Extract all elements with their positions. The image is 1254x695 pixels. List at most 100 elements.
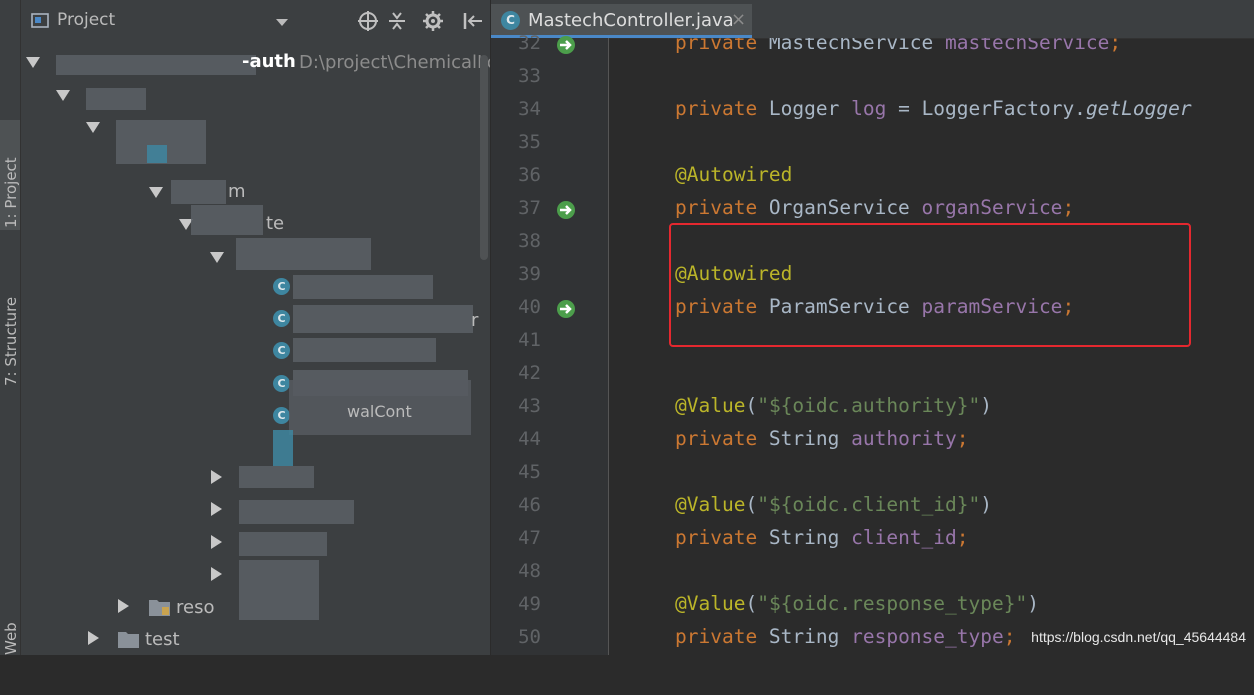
code-token: log bbox=[851, 97, 887, 120]
project-scrollbar[interactable] bbox=[480, 55, 488, 260]
collapsed-arrow-icon[interactable] bbox=[118, 599, 129, 613]
project-tool-tab[interactable]: 1: Project bbox=[0, 120, 20, 230]
close-icon[interactable]: × bbox=[731, 9, 746, 30]
target-icon[interactable] bbox=[358, 11, 378, 31]
redacted-block bbox=[293, 338, 436, 362]
test-folder-label[interactable]: test bbox=[145, 629, 180, 650]
root-module-name[interactable]: -auth bbox=[242, 51, 296, 72]
tree-row[interactable] bbox=[211, 560, 222, 592]
navigate-to-bean-icon[interactable] bbox=[555, 298, 577, 320]
line-number: 43 bbox=[518, 395, 541, 417]
code-line[interactable]: private Logger log = LoggerFactory.getLo… bbox=[675, 97, 1192, 120]
code-token: = LoggerFactory. bbox=[886, 97, 1086, 120]
expand-arrow-icon[interactable] bbox=[86, 122, 100, 133]
tree-row-resources[interactable] bbox=[118, 592, 129, 624]
code-token: ( bbox=[745, 592, 758, 615]
collapsed-arrow-icon[interactable] bbox=[211, 470, 222, 484]
code-token: authority bbox=[851, 427, 957, 450]
code-line[interactable]: @Autowired bbox=[675, 163, 792, 186]
project-panel: Project -auth D:\project\ChemicalLo m te… bbox=[21, 0, 490, 655]
project-tool-tab-label: 1: Project bbox=[2, 157, 20, 228]
code-line[interactable]: private String response_type; bbox=[675, 625, 1015, 648]
code-token: ; bbox=[1109, 38, 1122, 54]
class-name-fragment[interactable]: r bbox=[471, 310, 478, 331]
code-token: "${oidc.response_type}" bbox=[757, 592, 1028, 615]
web-tool-tab[interactable]: Web bbox=[0, 622, 20, 695]
code-token: @Value bbox=[675, 394, 746, 417]
redacted-block bbox=[86, 88, 146, 110]
code-token: client_id bbox=[851, 526, 957, 549]
collapsed-arrow-icon[interactable] bbox=[88, 631, 99, 645]
redacted-block bbox=[171, 180, 226, 204]
tree-row[interactable] bbox=[56, 80, 70, 112]
class-c-icon: C bbox=[273, 375, 290, 392]
redacted-block bbox=[239, 500, 354, 524]
view-dropdown-chevron-icon[interactable] bbox=[276, 19, 288, 26]
line-number: 38 bbox=[518, 230, 541, 252]
expand-arrow-icon[interactable] bbox=[26, 57, 40, 68]
line-number: 35 bbox=[518, 131, 541, 153]
code-token: private bbox=[675, 625, 769, 648]
watermark: https://blog.csdn.net/qq_45644484 bbox=[1031, 629, 1246, 645]
line-number: 32 bbox=[518, 32, 541, 54]
tree-row[interactable] bbox=[149, 177, 163, 209]
tree-root-row[interactable] bbox=[26, 47, 40, 79]
expand-arrow-icon[interactable] bbox=[56, 90, 70, 101]
navigate-to-bean-icon[interactable] bbox=[555, 34, 577, 56]
project-view-icon bbox=[31, 13, 49, 28]
class-c-icon: C bbox=[273, 342, 290, 359]
structure-tool-tab-label: 7: Structure bbox=[2, 296, 20, 386]
code-line[interactable]: @Value("${oidc.response_type}") bbox=[675, 592, 1039, 615]
code-token: @Autowired bbox=[675, 163, 793, 186]
code-token: ) bbox=[1027, 592, 1039, 615]
code-token: private bbox=[675, 526, 769, 549]
tree-row[interactable] bbox=[86, 112, 100, 144]
line-number: 45 bbox=[518, 461, 541, 483]
code-token: MastechService bbox=[768, 38, 946, 54]
hide-panel-icon[interactable] bbox=[463, 11, 483, 31]
line-number: 40 bbox=[518, 296, 541, 318]
code-token: @Value bbox=[675, 592, 746, 615]
tree-row[interactable] bbox=[211, 463, 222, 495]
line-number: 34 bbox=[518, 98, 541, 120]
code-line[interactable]: private String authority; bbox=[675, 427, 969, 450]
code-line[interactable]: private String client_id; bbox=[675, 526, 969, 549]
collapsed-arrow-icon[interactable] bbox=[211, 502, 222, 516]
code-token: ) bbox=[980, 493, 993, 516]
code-line[interactable]: @Value("${oidc.client_id}") bbox=[675, 493, 992, 516]
package-name-fragment[interactable]: te bbox=[266, 213, 284, 234]
class-c-icon: C bbox=[273, 407, 290, 424]
resources-folder-label[interactable]: reso bbox=[176, 597, 214, 618]
tool-window-strip: 1: Project 7: Structure Web bbox=[0, 0, 21, 655]
project-panel-title[interactable]: Project bbox=[57, 10, 115, 30]
project-panel-header: Project bbox=[21, 5, 490, 35]
redacted-block bbox=[239, 560, 319, 620]
code-token: ) bbox=[980, 394, 993, 417]
package-name-fragment[interactable]: m bbox=[228, 181, 246, 202]
tree-row-test[interactable] bbox=[88, 624, 99, 655]
collapsed-arrow-icon[interactable] bbox=[211, 567, 222, 581]
line-number: 33 bbox=[518, 65, 541, 87]
class-name-fragment[interactable]: walCont bbox=[347, 402, 412, 421]
code-token: response_type bbox=[851, 625, 1004, 648]
expand-arrow-icon[interactable] bbox=[149, 187, 163, 198]
code-token: @Value bbox=[675, 493, 746, 516]
gear-icon[interactable] bbox=[422, 10, 444, 32]
line-number: 36 bbox=[518, 164, 541, 186]
redacted-block bbox=[239, 532, 327, 556]
root-module-path: D:\project\ChemicalLo bbox=[299, 52, 490, 73]
code-line[interactable]: private OrganService organService; bbox=[675, 196, 1074, 219]
code-line[interactable]: @Value("${oidc.authority}") bbox=[675, 394, 992, 417]
code-line[interactable]: private MastechService mastechService; bbox=[675, 38, 1121, 54]
tree-row[interactable] bbox=[211, 528, 222, 560]
collapse-all-icon[interactable] bbox=[387, 11, 407, 31]
code-token: getLogger bbox=[1085, 97, 1192, 120]
structure-tool-tab[interactable]: 7: Structure bbox=[0, 268, 20, 388]
collapsed-arrow-icon[interactable] bbox=[211, 535, 222, 549]
expand-arrow-icon[interactable] bbox=[210, 252, 224, 263]
tree-row[interactable] bbox=[210, 242, 224, 274]
tree-row[interactable] bbox=[211, 495, 222, 527]
class-c-icon: C bbox=[501, 11, 520, 30]
navigate-to-bean-icon[interactable] bbox=[555, 199, 577, 221]
code-token: ; bbox=[956, 427, 969, 450]
